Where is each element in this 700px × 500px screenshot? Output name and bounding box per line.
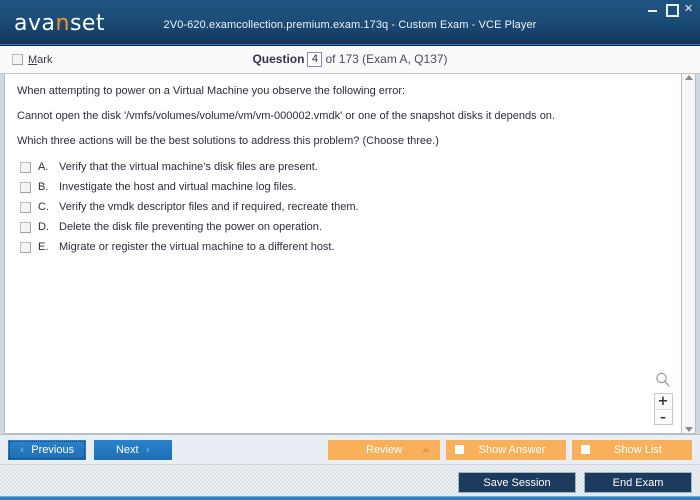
next-label: Next: [116, 444, 139, 456]
action-bar-right-group: Review Show Answer Show List: [328, 440, 692, 460]
answer-letter-b: B.: [38, 180, 52, 196]
previous-button[interactable]: ‹ Previous: [8, 440, 86, 460]
window-controls: ✕: [646, 2, 695, 15]
answer-text-c: Verify the vmdk descriptor files and if …: [59, 200, 669, 216]
logo-text-accent: n: [55, 11, 69, 36]
content-vertical-scrollbar[interactable]: [682, 74, 696, 434]
scroll-up-arrow-icon[interactable]: [685, 75, 693, 80]
end-exam-button[interactable]: End Exam: [584, 472, 692, 493]
question-body: When attempting to power on a Virtual Ma…: [5, 74, 681, 259]
answer-checkbox-c[interactable]: [20, 202, 31, 213]
checkbox-square-icon: [581, 445, 590, 454]
answer-text-e: Migrate or register the virtual machine …: [59, 240, 669, 256]
question-paragraph-3: Which three actions will be the best sol…: [17, 134, 669, 150]
previous-label: Previous: [31, 444, 74, 456]
answer-option-e[interactable]: E. Migrate or register the virtual machi…: [17, 239, 669, 259]
minimize-icon[interactable]: [646, 2, 659, 15]
question-header-bar: Mark Question4of 173 (Exam A, Q137): [0, 46, 700, 74]
answer-checkbox-a[interactable]: [20, 162, 31, 173]
mark-checkbox-box[interactable]: [12, 54, 23, 65]
mark-label: Mark: [28, 54, 52, 66]
question-total-label: of 173 (Exam A, Q137): [325, 52, 447, 66]
zoom-widget: + –: [653, 371, 673, 425]
avanset-logo: avanset: [14, 11, 105, 36]
show-answer-label: Show Answer: [474, 444, 556, 456]
show-list-button[interactable]: Show List: [572, 440, 692, 460]
show-answer-button[interactable]: Show Answer: [446, 440, 566, 460]
scroll-down-arrow-icon[interactable]: [685, 427, 693, 432]
answer-checkbox-d[interactable]: [20, 222, 31, 233]
zoom-button-group: + –: [654, 393, 673, 425]
question-content-panel: When attempting to power on a Virtual Ma…: [4, 74, 682, 434]
title-bar: avanset 2V0-620.examcollection.premium.e…: [0, 0, 700, 46]
answer-letter-e: E.: [38, 240, 52, 256]
question-paragraph-1: When attempting to power on a Virtual Ma…: [17, 84, 669, 100]
show-list-label: Show List: [600, 444, 682, 456]
chevron-up-icon: [422, 447, 430, 452]
action-bar: ‹ Previous Next › Review Show Answer Sho…: [0, 434, 700, 464]
answer-text-d: Delete the disk file preventing the powe…: [59, 220, 669, 236]
checkbox-square-icon: [455, 445, 464, 454]
status-bar: Save Session End Exam: [0, 464, 700, 500]
question-paragraph-2: Cannot open the disk '/vmfs/volumes/volu…: [17, 109, 669, 125]
answer-checkbox-e[interactable]: [20, 242, 31, 253]
answer-option-b[interactable]: B. Investigate the host and virtual mach…: [17, 179, 669, 199]
previous-chevron-icon: ‹: [20, 443, 24, 456]
magnifier-icon[interactable]: [654, 371, 672, 389]
zoom-out-button[interactable]: –: [655, 409, 672, 424]
next-button[interactable]: Next ›: [94, 440, 172, 460]
answer-options-list: A. Verify that the virtual machine's dis…: [17, 159, 669, 259]
answer-option-c[interactable]: C. Verify the vmdk descriptor files and …: [17, 199, 669, 219]
save-session-button[interactable]: Save Session: [458, 472, 576, 493]
review-label: Review: [366, 444, 402, 456]
answer-text-a: Verify that the virtual machine's disk f…: [59, 160, 669, 176]
logo-text-a: ava: [14, 11, 55, 36]
vce-player-window: avanset 2V0-620.examcollection.premium.e…: [0, 0, 700, 500]
zoom-in-button[interactable]: +: [655, 394, 672, 409]
next-chevron-icon: ›: [146, 443, 150, 456]
answer-letter-a: A.: [38, 160, 52, 176]
question-word-label: Question: [252, 52, 304, 66]
navigation-buttons: ‹ Previous Next ›: [8, 440, 172, 460]
close-icon[interactable]: ✕: [682, 2, 695, 15]
answer-text-b: Investigate the host and virtual machine…: [59, 180, 669, 196]
review-button[interactable]: Review: [328, 440, 440, 460]
mark-question-checkbox[interactable]: Mark: [12, 54, 52, 66]
answer-letter-c: C.: [38, 200, 52, 216]
answer-option-d[interactable]: D. Delete the disk file preventing the p…: [17, 219, 669, 239]
logo-text-b: set: [70, 11, 105, 36]
answer-checkbox-b[interactable]: [20, 182, 31, 193]
answer-letter-d: D.: [38, 220, 52, 236]
answer-option-a[interactable]: A. Verify that the virtual machine's dis…: [17, 159, 669, 179]
question-indicator: Question4of 173 (Exam A, Q137): [0, 52, 700, 67]
content-shell: When attempting to power on a Virtual Ma…: [0, 74, 700, 434]
question-number-input[interactable]: 4: [307, 52, 322, 67]
maximize-icon[interactable]: [664, 2, 677, 15]
